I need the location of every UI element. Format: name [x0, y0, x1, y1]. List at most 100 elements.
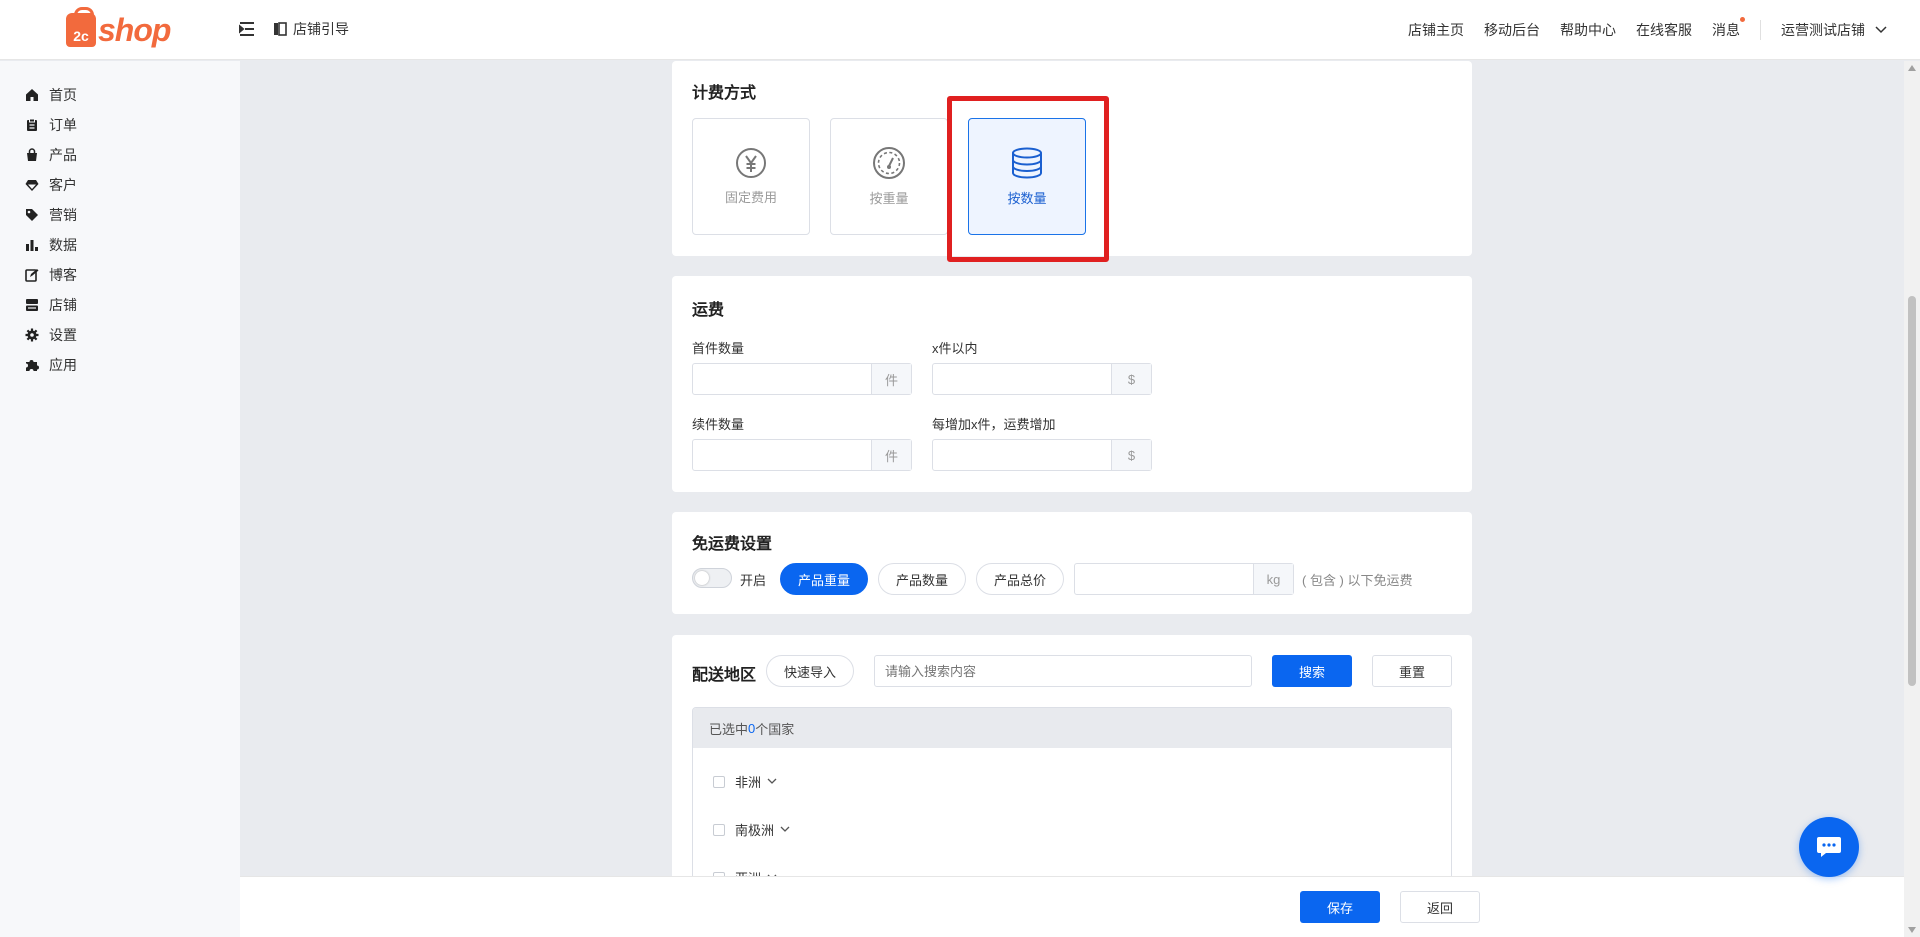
- extra-qty-label: 续件数量: [692, 417, 745, 432]
- mode-total-button[interactable]: 产品总价: [976, 563, 1064, 595]
- online-service-link[interactable]: 在线客服: [1636, 20, 1692, 40]
- tag-icon: [26, 209, 38, 221]
- continent-label: 南极洲: [735, 823, 775, 838]
- checkbox[interactable]: [713, 775, 725, 788]
- back-button[interactable]: 返回: [1400, 891, 1480, 923]
- page-scrollbar[interactable]: [1904, 61, 1920, 937]
- continent-item[interactable]: 亚洲: [713, 868, 777, 876]
- sidebar-item-home[interactable]: 首页: [0, 80, 240, 110]
- store-icon: [26, 299, 38, 311]
- billing-option-fixed[interactable]: 固定费用: [692, 118, 810, 235]
- messages-link[interactable]: 消息: [1712, 17, 1745, 40]
- free-shipping-note: ( 包含 ) 以下免运费: [1302, 573, 1413, 588]
- search-button[interactable]: 搜索: [1272, 655, 1352, 687]
- chevron-down-icon[interactable]: [780, 826, 790, 833]
- billing-option-label: 固定费用: [724, 190, 777, 205]
- sidebar-item-label: 订单: [49, 117, 77, 133]
- threshold-input[interactable]: [1075, 564, 1253, 594]
- unit-suffix: 件: [871, 440, 911, 470]
- extra-fee-field: $: [932, 439, 1152, 471]
- bar-chart-icon: [26, 240, 38, 251]
- chat-button[interactable]: [1799, 817, 1859, 877]
- logo-text: shop: [98, 11, 171, 48]
- continent-item[interactable]: 南极洲: [713, 820, 790, 839]
- currency-suffix: $: [1111, 440, 1151, 470]
- selected-count: 0: [748, 720, 756, 736]
- free-shipping-toggle[interactable]: [692, 568, 732, 588]
- store-guide-label: 店铺引导: [293, 21, 349, 37]
- gear-icon: [25, 328, 39, 342]
- sidebar-item-label: 数据: [49, 237, 77, 253]
- first-qty-label: 首件数量: [692, 341, 745, 356]
- logo[interactable]: 2c shop: [66, 7, 171, 50]
- sidebar-item-orders[interactable]: 订单: [0, 110, 240, 140]
- unread-dot: [1740, 17, 1745, 22]
- sidebar-item-products[interactable]: 产品: [0, 140, 240, 170]
- edit-icon: [25, 269, 39, 282]
- sidebar-item-blog[interactable]: 博客: [0, 260, 240, 290]
- first-qty-field: 件: [692, 363, 912, 395]
- reset-button[interactable]: 重置: [1372, 655, 1452, 687]
- sidebar-item-label: 客户: [49, 177, 77, 193]
- first-qty-input[interactable]: [693, 364, 871, 394]
- sidebar-item-apps[interactable]: 应用: [0, 350, 240, 380]
- quick-import-button[interactable]: 快速导入: [766, 655, 854, 687]
- billing-method-card: 计费方式 固定费用 按重量 按数量: [672, 61, 1472, 256]
- mobile-admin-link[interactable]: 移动后台: [1484, 20, 1540, 40]
- unit-suffix: 件: [871, 364, 911, 394]
- billing-option-weight[interactable]: 按重量: [830, 118, 948, 235]
- free-shipping-card: 免运费设置 开启 产品重量 产品数量 产品总价 kg ( 包含 ) 以下免运费: [672, 512, 1472, 614]
- messages-label: 消息: [1712, 22, 1740, 38]
- sidebar-item-label: 应用: [49, 357, 77, 373]
- checkbox[interactable]: [713, 823, 725, 836]
- sidebar-item-settings[interactable]: 设置: [0, 320, 240, 350]
- within-fee-field: $: [932, 363, 1152, 395]
- sidebar-item-marketing[interactable]: 营销: [0, 200, 240, 230]
- divider: [1760, 20, 1761, 40]
- sidebar-item-customers[interactable]: 客户: [0, 170, 240, 200]
- book-icon: [274, 22, 287, 36]
- database-icon: [1012, 147, 1042, 179]
- region-search-input[interactable]: [875, 656, 1251, 686]
- billing-option-label: 按重量: [869, 191, 909, 206]
- store-guide-link[interactable]: 店铺引导: [273, 19, 349, 39]
- chevron-down-icon[interactable]: [767, 778, 777, 785]
- yen-icon: [736, 148, 766, 178]
- extra-qty-input[interactable]: [693, 440, 871, 470]
- sidebar-item-label: 营销: [49, 207, 77, 223]
- freight-card: 运费 首件数量 件 x件以内 $ 续件数量 件 每增加x件，运费增加 $: [672, 276, 1472, 492]
- mode-quantity-button[interactable]: 产品数量: [878, 563, 966, 595]
- store-switcher[interactable]: 运营测试店铺: [1781, 20, 1887, 40]
- mode-weight-button[interactable]: 产品重量: [780, 563, 868, 595]
- store-home-link[interactable]: 店铺主页: [1408, 20, 1464, 40]
- sidebar-item-label: 首页: [49, 87, 77, 103]
- chevron-down-icon: [1875, 26, 1887, 34]
- scroll-up-arrow-icon[interactable]: [1908, 65, 1916, 71]
- diamond-icon: [25, 180, 39, 191]
- billing-option-quantity[interactable]: 按数量: [968, 118, 1086, 235]
- billing-option-label: 按数量: [1007, 191, 1047, 206]
- menu-toggle-icon[interactable]: [238, 20, 256, 38]
- continent-item[interactable]: 非洲: [713, 772, 777, 791]
- sidebar-item-store[interactable]: 店铺: [0, 290, 240, 320]
- help-center-link[interactable]: 帮助中心: [1560, 20, 1616, 40]
- sidebar-item-label: 博客: [49, 267, 77, 283]
- selected-prefix: 已选中: [709, 721, 749, 737]
- scroll-down-arrow-icon[interactable]: [1908, 927, 1916, 933]
- selected-count-bar: 已选中 0 个国家: [693, 708, 1451, 748]
- extra-fee-label: 每增加x件，运费增加: [932, 417, 1056, 432]
- clipboard-icon: [27, 118, 37, 131]
- continent-label: 非洲: [735, 775, 762, 790]
- within-fee-input[interactable]: [933, 364, 1111, 394]
- extra-fee-input[interactable]: [933, 440, 1111, 470]
- sidebar-item-label: 设置: [49, 327, 77, 343]
- save-button[interactable]: 保存: [1300, 891, 1380, 923]
- bag-icon: [27, 148, 37, 161]
- scroll-thumb[interactable]: [1908, 296, 1916, 686]
- region-list: 已选中0个国家 非洲 南极洲 亚洲: [692, 707, 1452, 876]
- within-label: x件以内: [932, 341, 978, 356]
- sidebar-item-data[interactable]: 数据: [0, 230, 240, 260]
- region-search-box: [874, 655, 1252, 687]
- gauge-icon: [873, 147, 905, 179]
- threshold-field: kg: [1074, 563, 1294, 595]
